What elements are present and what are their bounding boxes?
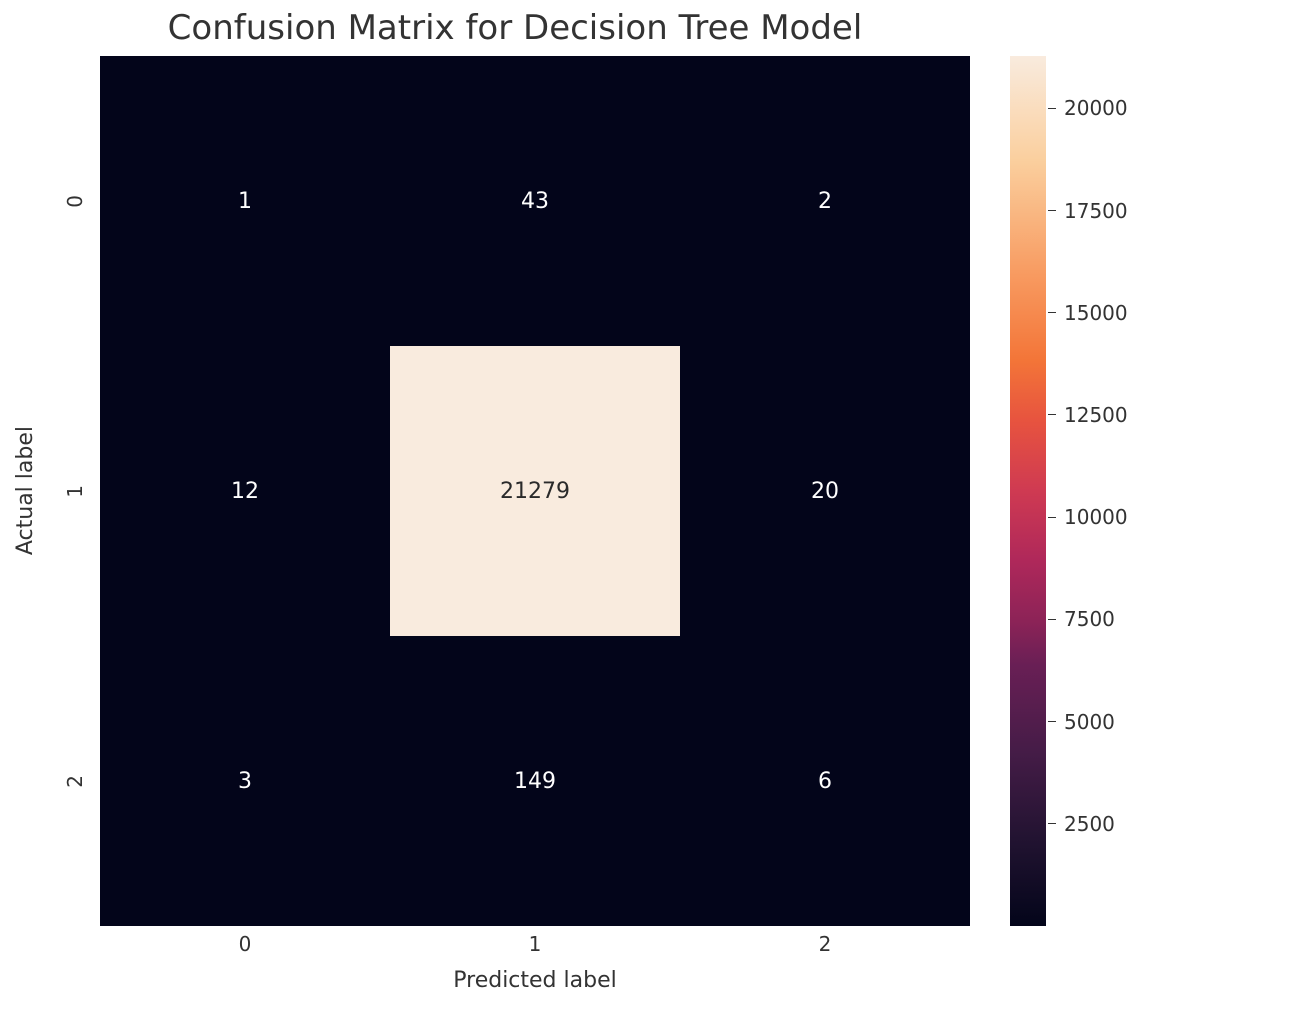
x-tick-labels: 0 1 2 xyxy=(100,932,970,960)
colorbar xyxy=(1010,56,1046,926)
colorbar-tick: 17500 xyxy=(1048,199,1128,223)
colorbar-tick: 10000 xyxy=(1048,505,1128,529)
colorbar-ticks: 2500 5000 7500 10000 12500 15000 17500 20000 xyxy=(1048,56,1168,926)
colorbar-tick: 20000 xyxy=(1048,96,1128,120)
cell-1-0: 12 xyxy=(100,346,390,636)
colorbar-tick: 7500 xyxy=(1048,607,1115,631)
cell-0-0: 1 xyxy=(100,56,390,346)
y-axis-label: Actual label xyxy=(13,426,38,555)
colorbar-tick: 2500 xyxy=(1048,812,1115,836)
y-tick-0: 0 xyxy=(63,195,87,208)
cell-1-2: 20 xyxy=(680,346,970,636)
y-axis-label-container: Actual label xyxy=(10,56,40,926)
x-tick-2: 2 xyxy=(680,932,970,960)
colorbar-tick: 15000 xyxy=(1048,301,1128,325)
colorbar-tick: 5000 xyxy=(1048,710,1115,734)
figure: Confusion Matrix for Decision Tree Model… xyxy=(0,0,1304,1024)
cell-1-1: 21279 xyxy=(390,346,680,636)
x-tick-0: 0 xyxy=(100,932,390,960)
x-axis-label: Predicted label xyxy=(100,968,970,993)
x-tick-1: 1 xyxy=(390,932,680,960)
y-tick-labels: 0 1 2 xyxy=(60,56,90,926)
cell-0-1: 43 xyxy=(390,56,680,346)
cell-2-2: 6 xyxy=(680,636,970,926)
colorbar-tick: 12500 xyxy=(1048,403,1128,427)
heatmap: 1 43 2 12 21279 20 3 149 6 xyxy=(100,56,970,926)
cell-0-2: 2 xyxy=(680,56,970,346)
y-tick-2: 2 xyxy=(63,775,87,788)
cell-2-0: 3 xyxy=(100,636,390,926)
y-tick-1: 1 xyxy=(63,485,87,498)
cell-2-1: 149 xyxy=(390,636,680,926)
chart-title: Confusion Matrix for Decision Tree Model xyxy=(0,8,1030,48)
